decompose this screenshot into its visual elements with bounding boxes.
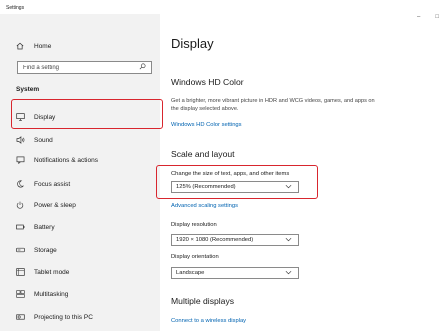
- sidebar-item-label: Projecting to this PC: [34, 313, 93, 321]
- sidebar-item-label: Notifications & actions: [34, 156, 98, 164]
- sidebar-item-tablet-mode[interactable]: Tablet mode: [0, 263, 160, 281]
- orientation-dropdown[interactable]: Landscape: [171, 267, 299, 279]
- orientation-label: Display orientation: [171, 254, 219, 260]
- sidebar-item-home[interactable]: Home: [0, 37, 160, 55]
- scale-label: Change the size of text, apps, and other…: [171, 171, 290, 177]
- app-title: Settings: [6, 5, 25, 11]
- sidebar-item-label: Focus assist: [34, 180, 71, 188]
- search-box[interactable]: [17, 61, 152, 74]
- scale-dropdown[interactable]: 125% (Recommended): [171, 181, 299, 193]
- tablet-icon: [14, 268, 26, 276]
- sidebar-item-label: Home: [34, 42, 52, 50]
- sidebar-item-label: Tablet mode: [34, 268, 70, 276]
- notifications-icon: [14, 156, 26, 164]
- main-content: Display Windows HD Color Get a brighter,…: [171, 0, 443, 331]
- heading-windows-hd-color: Windows HD Color: [171, 77, 244, 87]
- sidebar-item-multitasking[interactable]: Multitasking: [0, 285, 160, 303]
- windows-hd-color-settings-link[interactable]: Windows HD Color settings: [171, 122, 242, 128]
- chevron-down-icon: [285, 184, 292, 191]
- sidebar-item-battery[interactable]: Battery: [0, 218, 160, 236]
- page-title: Display: [171, 36, 214, 51]
- power-icon: [14, 201, 26, 209]
- orientation-dropdown-value: Landscape: [176, 270, 205, 276]
- home-icon: [14, 42, 26, 50]
- hd-color-description: Get a brighter, more vibrant picture in …: [171, 98, 375, 113]
- search-input[interactable]: [23, 64, 133, 71]
- advanced-scaling-settings-link[interactable]: Advanced scaling settings: [171, 203, 238, 209]
- search-icon: [139, 63, 146, 72]
- sidebar-item-sound[interactable]: Sound: [0, 131, 160, 149]
- projector-icon: [14, 313, 26, 321]
- connect-wireless-display-link[interactable]: Connect to a wireless display: [171, 318, 246, 324]
- multitasking-icon: [14, 290, 26, 298]
- chevron-down-icon: [285, 270, 292, 277]
- sidebar-item-projecting[interactable]: Projecting to this PC: [0, 308, 160, 326]
- resolution-dropdown-value: 1920 × 1080 (Recommended): [176, 237, 254, 243]
- sidebar-item-storage[interactable]: Storage: [0, 241, 160, 259]
- sidebar-item-label: Power & sleep: [34, 201, 76, 209]
- resolution-label: Display resolution: [171, 222, 217, 228]
- sidebar-item-notifications[interactable]: Notifications & actions: [0, 151, 160, 169]
- sidebar-item-label: Sound: [34, 136, 53, 144]
- sidebar-item-label: Multitasking: [34, 290, 69, 298]
- heading-scale-and-layout: Scale and layout: [171, 149, 235, 159]
- monitor-icon: [14, 113, 26, 121]
- battery-icon: [14, 224, 26, 230]
- speaker-icon: [14, 136, 26, 144]
- sidebar-item-label: Battery: [34, 223, 55, 231]
- storage-icon: [14, 247, 26, 253]
- moon-icon: [14, 180, 26, 188]
- sidebar-item-display[interactable]: Display: [0, 108, 160, 126]
- sidebar-item-power-sleep[interactable]: Power & sleep: [0, 196, 160, 214]
- sidebar-item-focus-assist[interactable]: Focus assist: [0, 175, 160, 193]
- chevron-down-icon: [285, 237, 292, 244]
- sidebar-item-label: Display: [34, 113, 56, 121]
- section-heading-system: System: [16, 86, 40, 93]
- heading-multiple-displays: Multiple displays: [171, 296, 235, 306]
- scale-dropdown-value: 125% (Recommended): [176, 184, 236, 190]
- resolution-dropdown[interactable]: 1920 × 1080 (Recommended): [171, 234, 299, 246]
- sidebar-item-label: Storage: [34, 246, 57, 254]
